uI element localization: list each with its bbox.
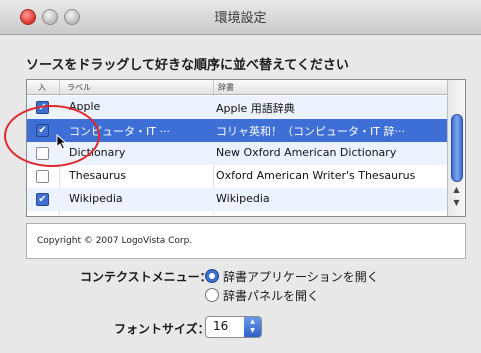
table-row[interactable]: ✔ Wikipedia Wikipedia [27, 188, 447, 211]
font-size-popup[interactable]: 16 ▲ ▼ [205, 316, 262, 338]
mouse-pointer-icon [56, 134, 68, 150]
scroll-down-arrow-icon[interactable]: ▼ [451, 198, 462, 207]
row-checkbox[interactable] [36, 170, 49, 183]
vertical-scrollbar[interactable]: ▲ ▼ [447, 80, 465, 216]
radio-button[interactable] [205, 288, 219, 302]
row-dictionary: Wikipedia [216, 192, 270, 205]
header-label[interactable]: ラベル [67, 82, 91, 93]
table-row[interactable]: Thesaurus Oxford American Writer's Thesa… [27, 165, 447, 188]
radio-open-dictionary-panel[interactable]: 辞書パネルを開く [205, 287, 319, 304]
row-label: Wikipedia [69, 192, 123, 205]
table-row[interactable]: ✔ Apple Apple 用語辞典 [27, 96, 447, 119]
highlight-circle [4, 105, 100, 167]
row-dictionary: Apple 用語辞典 [216, 102, 295, 115]
row-checkbox[interactable]: ✔ [36, 193, 49, 206]
header-dictionary[interactable]: 辞書 [218, 82, 234, 93]
table-header: 入 ラベル 辞書 [27, 80, 447, 95]
copyright-text: Copyright © 2007 LogoVista Corp. [37, 236, 193, 246]
row-dictionary: New Oxford American Dictionary [216, 146, 397, 159]
header-enabled[interactable]: 入 [38, 82, 46, 93]
radio-button-selected[interactable] [205, 269, 219, 283]
window-title: 環境設定 [214, 11, 267, 26]
font-size-label: フォントサイズ： [114, 322, 210, 336]
title-bar: 環境設定 [0, 0, 481, 35]
scrollbar-thumb[interactable] [451, 114, 463, 182]
row-label: Apple [69, 100, 101, 113]
copyright-box: Copyright © 2007 LogoVista Corp. [26, 223, 466, 259]
row-dictionary: Oxford American Writer's Thesaurus [216, 169, 416, 182]
radio-label: 辞書アプリケーションを開く [223, 270, 379, 284]
row-label: Thesaurus [69, 169, 127, 182]
radio-label: 辞書パネルを開く [223, 289, 320, 303]
context-menu-label: コンテクストメニュー： [80, 270, 212, 284]
popup-chevron-icon: ▲ ▼ [244, 317, 261, 337]
font-size-value: 16 [213, 319, 229, 333]
preferences-window: 環境設定 ソースをドラッグして好きな順序に並べ替えてください 入 ラベル 辞書 … [0, 0, 481, 353]
scroll-up-arrow-icon[interactable]: ▲ [451, 185, 462, 194]
radio-open-dictionary-app[interactable]: 辞書アプリケーションを開く [205, 268, 379, 285]
row-dictionary: コリャ英和！（コンピュータ・IT 辞··· [216, 125, 405, 138]
instruction-text: ソースをドラッグして好きな順序に並べ替えてください [26, 58, 349, 73]
